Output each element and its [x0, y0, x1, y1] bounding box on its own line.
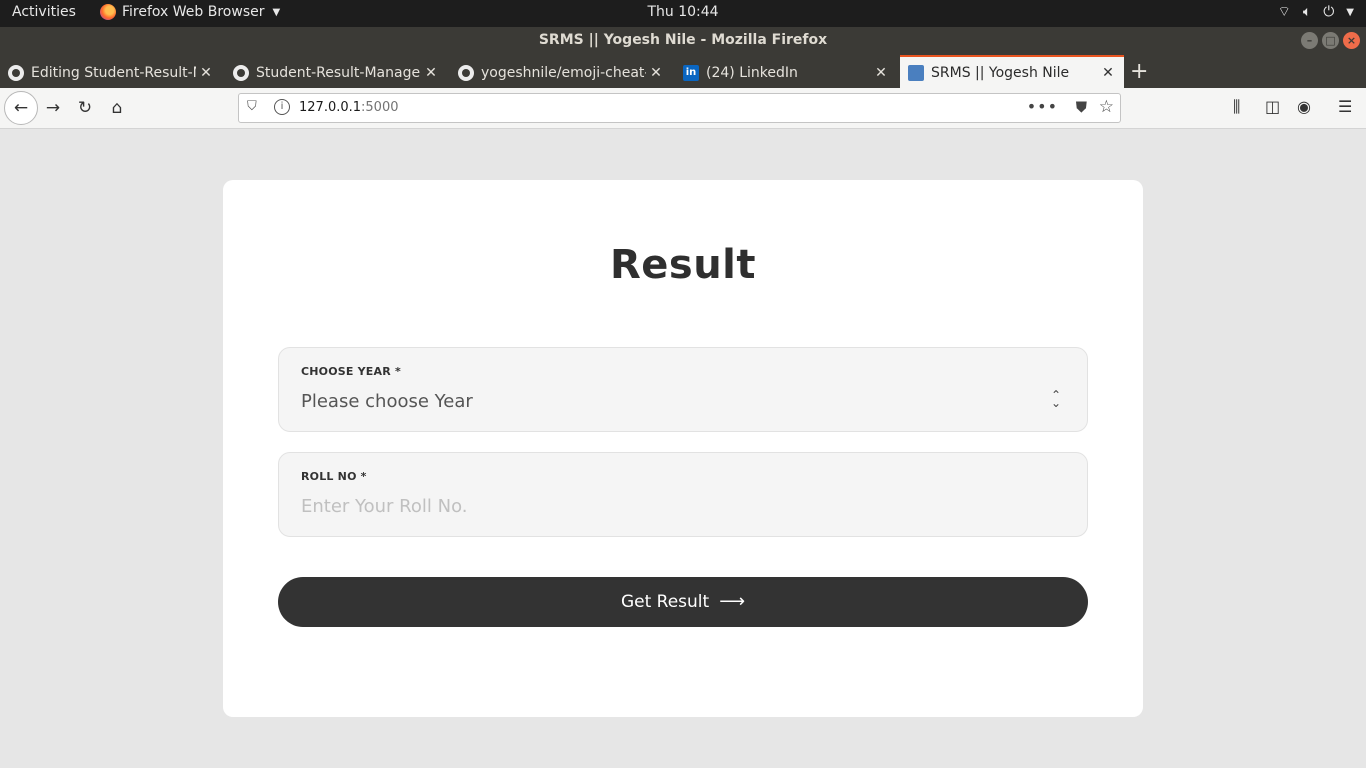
year-select-value[interactable]: Please choose Year	[301, 391, 473, 412]
app-menu-label: Firefox Web Browser	[122, 4, 265, 20]
app-menu[interactable]: Firefox Web Browser ▼	[100, 4, 280, 20]
url-port: :5000	[361, 100, 399, 115]
reload-button[interactable]: ↻	[70, 93, 100, 123]
tab-label: Student-Result-Managem	[256, 64, 421, 81]
maximize-button[interactable]: □	[1322, 32, 1339, 49]
tracking-shield-icon[interactable]: ⛉	[247, 99, 257, 114]
back-button[interactable]: ←	[4, 91, 38, 125]
hamburger-menu-icon[interactable]: ☰	[1338, 97, 1352, 116]
new-tab-button[interactable]: +	[1130, 59, 1148, 84]
system-tray[interactable]: ⌔ 🔈︎ ⏻ ▼	[1278, 3, 1354, 21]
tab-label: yogeshnile/emoji-cheat-s	[481, 64, 646, 81]
account-icon[interactable]: ◉	[1297, 97, 1311, 116]
github-icon	[233, 64, 249, 81]
window-controls: – □ ×	[1301, 32, 1360, 49]
site-info-icon[interactable]: i	[274, 99, 290, 115]
arrow-right-icon: ⟶	[719, 591, 746, 612]
activities-button[interactable]: Activities	[12, 4, 76, 20]
volume-icon: 🔈︎	[1302, 4, 1312, 20]
wifi-icon: ⌔	[1277, 4, 1291, 20]
sidebar-toggle-icon[interactable]: ◫	[1265, 97, 1280, 116]
close-tab-icon[interactable]: ✕	[196, 65, 216, 81]
year-select-label: CHOOSE YEAR *	[301, 365, 401, 378]
roll-no-field[interactable]: ROLL NO * Enter Your Roll No.	[278, 452, 1088, 537]
page-title: Result	[609, 242, 757, 288]
get-result-label: Get Result	[620, 592, 710, 612]
browser-tab[interactable]: Student-Result-Managem ✕	[225, 57, 447, 88]
window-title: SRMS || Yogesh Nile - Mozilla Firefox	[538, 32, 828, 48]
close-tab-icon[interactable]: ✕	[646, 65, 666, 81]
tab-strip: Editing Student-Result-M ✕ Student-Resul…	[0, 55, 1366, 88]
select-arrows-icon: ⌃ ⌄	[1050, 388, 1061, 410]
close-tab-icon[interactable]: ✕	[1098, 65, 1118, 81]
close-window-button[interactable]: ×	[1343, 32, 1360, 49]
browser-tab[interactable]: Editing Student-Result-M ✕	[0, 57, 222, 88]
pocket-icon[interactable]: ⛊	[1076, 98, 1087, 116]
library-icon[interactable]: ⫼	[1233, 97, 1240, 117]
firefox-icon	[100, 4, 116, 20]
close-tab-icon[interactable]: ✕	[421, 65, 441, 81]
window-title-bar: SRMS || Yogesh Nile - Mozilla Firefox – …	[0, 27, 1366, 55]
forward-button[interactable]: →	[38, 93, 68, 123]
chevron-down-icon: ▼	[1346, 6, 1354, 18]
year-select[interactable]: CHOOSE YEAR * Please choose Year ⌃ ⌄	[278, 347, 1088, 432]
github-icon	[458, 64, 474, 81]
power-icon: ⏻	[1323, 4, 1335, 20]
navigation-toolbar: ← → ↻ ⌂ ⛉ i 127.0.0.1:5000 ••• ⛊ ☆ ⫼ ◫ ◉…	[0, 88, 1366, 129]
tab-label: SRMS || Yogesh Nile	[931, 64, 1070, 81]
page-actions-icon[interactable]: •••	[1027, 97, 1058, 116]
close-tab-icon[interactable]: ✕	[871, 65, 891, 81]
roll-no-label: ROLL NO *	[301, 470, 367, 483]
tab-label: Editing Student-Result-M	[31, 64, 196, 81]
url-text[interactable]: 127.0.0.1:5000	[299, 100, 399, 115]
url-host: 127.0.0.1	[299, 100, 362, 115]
chevron-down-icon: ▼	[272, 6, 281, 18]
browser-tab[interactable]: in (24) LinkedIn ✕	[675, 57, 897, 88]
home-button[interactable]: ⌂	[102, 93, 132, 123]
bookmark-star-icon[interactable]: ☆	[1099, 97, 1114, 117]
linkedin-icon: in	[683, 64, 699, 81]
address-bar[interactable]: ⛉ i 127.0.0.1:5000 ••• ⛊ ☆	[238, 93, 1121, 123]
tab-label: (24) LinkedIn	[706, 64, 798, 81]
github-icon	[8, 64, 24, 81]
browser-tab-active[interactable]: SRMS || Yogesh Nile ✕	[900, 55, 1124, 88]
get-result-button[interactable]: Get Result ⟶	[278, 577, 1088, 627]
browser-tab[interactable]: yogeshnile/emoji-cheat-s ✕	[450, 57, 672, 88]
system-top-bar: Activities Firefox Web Browser ▼ Thu 10:…	[0, 0, 1366, 27]
roll-no-input[interactable]: Enter Your Roll No.	[301, 496, 468, 517]
minimize-button[interactable]: –	[1301, 32, 1318, 49]
result-form-card: Result CHOOSE YEAR * Please choose Year …	[223, 180, 1143, 717]
srms-favicon-icon	[908, 64, 924, 81]
